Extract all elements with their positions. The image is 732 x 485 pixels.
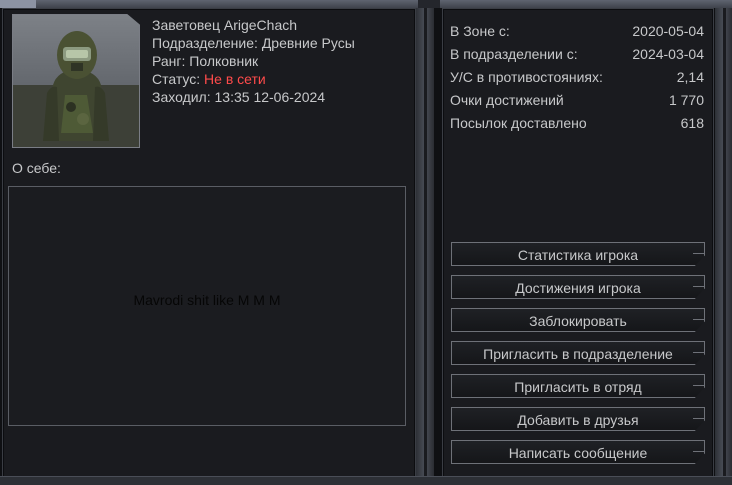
add-friend-button[interactable]: Добавить в друзья: [451, 407, 705, 431]
rank-value: Полковник: [189, 53, 259, 69]
player-stats-button[interactable]: Статистика игрока: [451, 242, 705, 266]
stat-label: Очки достижений: [450, 92, 564, 108]
send-message-button[interactable]: Написать сообщение: [451, 440, 705, 464]
status-label: Статус:: [152, 71, 201, 87]
stat-label: В подразделении с:: [450, 46, 578, 62]
stat-row: У/С в противостояниях: 2,14: [450, 68, 704, 91]
stat-row: Очки достижений 1 770: [450, 91, 704, 114]
stat-row: В подразделении с: 2024-03-04: [450, 45, 704, 68]
last-seen-label: Заходил:: [152, 89, 211, 105]
avatar: [12, 14, 140, 148]
achievements-button[interactable]: Достижения игрока: [451, 275, 705, 299]
divider-groove: [424, 8, 427, 476]
stat-value: 2020-05-04: [632, 23, 704, 39]
stat-value: 2,14: [676, 69, 704, 85]
faction-label: Подразделение:: [152, 35, 258, 51]
stat-label: В Зоне с:: [450, 23, 510, 39]
last-seen-value: 13:35 12-06-2024: [214, 89, 326, 105]
frame-corner-ornament: [0, 0, 36, 8]
stat-row: В Зоне с: 2020-05-04: [450, 22, 704, 45]
stat-value: 2024-03-04: [632, 46, 704, 62]
stat-label: Посылок доставлено: [450, 115, 587, 131]
block-button[interactable]: Заблокировать: [451, 308, 705, 332]
stats-list: В Зоне с: 2020-05-04 В подразделении с: …: [450, 22, 704, 137]
window-top-frame: [0, 0, 732, 8]
faction-row: Подразделение: Древние Русы: [152, 34, 355, 52]
stat-value: 618: [680, 115, 704, 131]
about-text: Mavrodi shit like M M M: [133, 292, 281, 308]
stat-label: У/С в противостояниях:: [450, 69, 603, 85]
stat-value: 1 770: [668, 92, 704, 108]
soldier-avatar-icon: [13, 15, 139, 147]
profile-info: Заветовец ArigeChach Подразделение: Древ…: [152, 16, 355, 106]
about-box: Mavrodi shit like M M M: [8, 186, 406, 426]
status-row: Статус: Не в сети: [152, 70, 355, 88]
panel-divider: [416, 8, 434, 476]
stat-row: Посылок доставлено 618: [450, 114, 704, 137]
rank-row: Ранг: Полковник: [152, 52, 355, 70]
last-seen-row: Заходил: 13:35 12-06-2024: [152, 88, 355, 106]
about-label: О себе:: [12, 160, 61, 176]
faction-value: Древние Русы: [261, 35, 355, 51]
scrollbar-groove: [723, 8, 726, 476]
frame-gap: [418, 0, 440, 8]
right-scrollbar[interactable]: [715, 8, 732, 476]
invite-squad-button[interactable]: Пригласить в отряд: [451, 374, 705, 398]
player-name: Заветовец ArigeChach: [152, 17, 298, 33]
rank-label: Ранг:: [152, 53, 186, 69]
invite-faction-button[interactable]: Пригласить в подразделение: [451, 341, 705, 365]
status-value: Не в сети: [204, 71, 266, 87]
